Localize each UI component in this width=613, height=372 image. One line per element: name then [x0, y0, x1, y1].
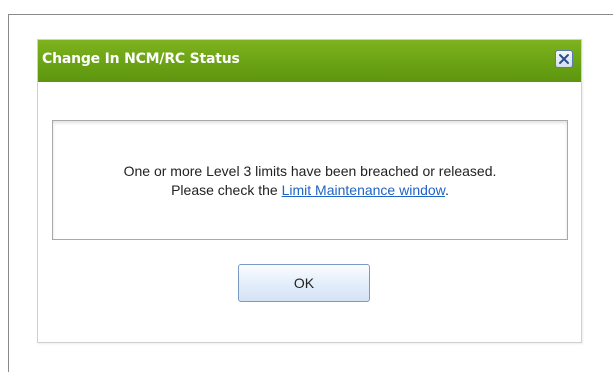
dialog-title: Change In NCM/RC Status — [42, 51, 240, 67]
message-text-line2: Please check the Limit Maintenance windo… — [53, 182, 567, 198]
message-suffix: . — [445, 182, 449, 198]
message-text-line1: One or more Level 3 limits have been bre… — [123, 163, 497, 179]
message-prefix: Please check the — [171, 182, 282, 198]
ok-button[interactable]: OK — [238, 264, 370, 302]
message-box: One or more Level 3 limits have been bre… — [52, 120, 568, 240]
limit-maintenance-link[interactable]: Limit Maintenance window — [282, 182, 445, 198]
close-icon — [559, 54, 569, 64]
dialog-title-bar: Change In NCM/RC Status — [38, 40, 581, 82]
status-change-dialog: Change In NCM/RC Status One or more Leve… — [37, 39, 582, 343]
close-button[interactable] — [555, 50, 573, 68]
